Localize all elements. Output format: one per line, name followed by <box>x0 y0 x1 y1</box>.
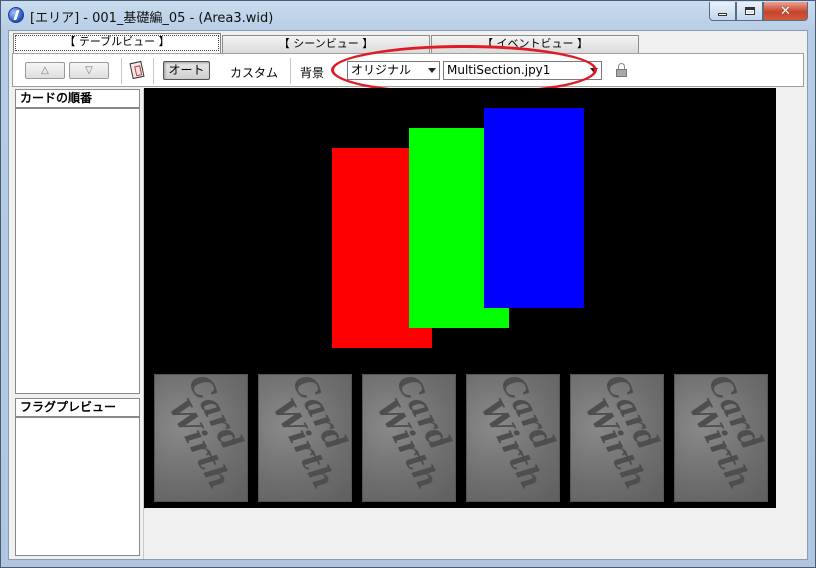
tab-scene-view[interactable]: 【 シーンビュー 】 <box>222 35 430 53</box>
card-order-list[interactable] <box>15 108 140 394</box>
tab-table-view[interactable]: 【 テーブルビュー 】 <box>13 33 221 53</box>
tab-event-view[interactable]: 【 イベントビュー 】 <box>431 35 639 53</box>
maximize-icon <box>744 7 755 15</box>
close-icon: ✕ <box>780 3 791 19</box>
background-mode-value: オリジナル <box>351 63 412 77</box>
custom-toggle-button[interactable]: カスタム <box>230 64 278 81</box>
card-back[interactable]: Card Wirth <box>258 374 352 502</box>
window-controls: ✕ <box>709 2 808 21</box>
close-button[interactable]: ✕ <box>763 2 808 21</box>
card-back[interactable]: Card Wirth <box>570 374 664 502</box>
card-icon[interactable] <box>129 60 145 80</box>
client-area: 【 テーブルビュー 】 【 シーンビュー 】 【 イベントビュー 】 △ ▽ オ… <box>8 30 808 560</box>
toolbar-separator <box>153 58 154 84</box>
background-mode-select[interactable]: オリジナル <box>347 61 440 80</box>
app-icon <box>8 7 24 23</box>
move-up-button[interactable]: △ <box>25 62 65 79</box>
chevron-down-icon <box>590 68 598 73</box>
toolbar: △ ▽ オート カスタム 背景 オリジナル MultiSection.jpy1 <box>12 45 804 95</box>
card-back[interactable]: Card Wirth <box>466 374 560 502</box>
flag-preview-header: フラグプレビュー <box>15 398 140 417</box>
card-order-header: カードの順番 <box>15 89 140 108</box>
minimize-icon <box>718 12 727 16</box>
auto-toggle-button[interactable]: オート <box>163 61 210 80</box>
move-down-button[interactable]: ▽ <box>69 62 109 79</box>
flag-preview-list[interactable] <box>15 417 140 556</box>
background-label: 背景 <box>300 66 325 80</box>
card-row: Card Wirth Card Wirth Card Wirth Card Wirth Card… <box>154 374 778 502</box>
card-back[interactable]: Card Wirth <box>674 374 768 502</box>
table-stage[interactable]: Card Wirth Card Wirth Card Wirth Card Wirth Card… <box>144 88 776 508</box>
view-tabs: 【 テーブルビュー 】 【 シーンビュー 】 【 イベントビュー 】 <box>13 33 640 53</box>
background-image-value: MultiSection.jpy1 <box>447 63 551 77</box>
title-bar[interactable]: [エリア] - 001_基礎編_05 - (Area3.wid) ✕ <box>1 1 815 29</box>
toolbar-separator <box>121 58 122 84</box>
minimize-button[interactable] <box>709 2 736 21</box>
card-back[interactable]: Card Wirth <box>362 374 456 502</box>
maximize-button[interactable] <box>736 2 763 21</box>
toolbar-separator <box>290 58 291 84</box>
background-image-select[interactable]: MultiSection.jpy1 <box>443 61 602 80</box>
window-title: [エリア] - 001_基礎編_05 - (Area3.wid) <box>30 11 274 26</box>
stage-padding <box>144 509 804 559</box>
chevron-down-icon <box>428 68 436 73</box>
card-back[interactable]: Card Wirth <box>154 374 248 502</box>
blue-rectangle[interactable] <box>484 108 584 308</box>
app-window: [エリア] - 001_基礎編_05 - (Area3.wid) ✕ 【 テーブ… <box>0 0 816 568</box>
lock-icon[interactable] <box>616 63 627 77</box>
